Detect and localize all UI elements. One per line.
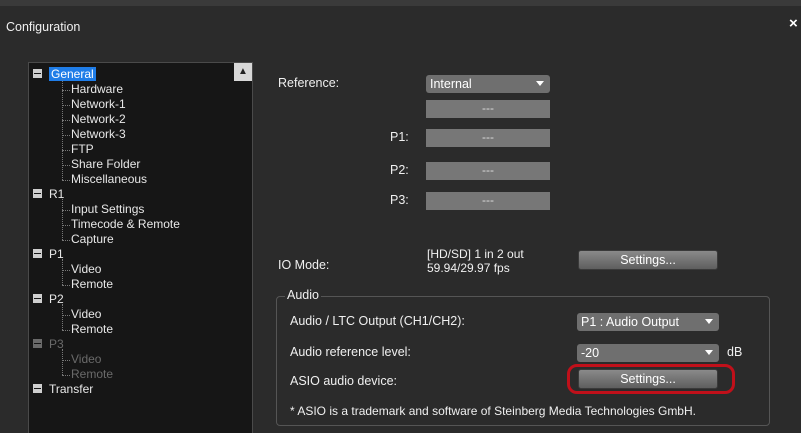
reference-main-field: --- xyxy=(426,100,550,118)
tree-item-input-settings[interactable]: Input Settings xyxy=(71,202,144,217)
tree-item-miscellaneous[interactable]: Miscellaneous xyxy=(71,172,147,187)
close-icon[interactable]: × xyxy=(789,16,801,31)
ltc-output-select[interactable]: P1 : Audio Output xyxy=(577,313,719,331)
reference-select-value: Internal xyxy=(430,77,472,91)
tree-connector xyxy=(62,150,70,151)
title-bar: Configuration × xyxy=(0,0,801,48)
p1-label: P1: xyxy=(390,130,409,144)
io-mode-line2: 59.94/29.97 fps xyxy=(427,261,510,275)
tree-group-general[interactable]: General xyxy=(33,67,96,82)
tree-item-share-folder[interactable]: Share Folder xyxy=(71,157,140,172)
tree-group-p3[interactable]: P3 xyxy=(33,337,64,352)
tree-connector xyxy=(62,259,63,285)
tree-connector xyxy=(62,199,63,240)
ref-level-value: -20 xyxy=(581,346,600,360)
tree-group-transfer[interactable]: Transfer xyxy=(33,382,93,397)
window-title: Configuration xyxy=(6,20,81,34)
tree-group-p2[interactable]: P2 xyxy=(33,292,64,307)
tree-connector xyxy=(62,210,70,211)
tree-connector xyxy=(62,285,70,286)
collapse-toggle-icon[interactable] xyxy=(33,339,42,348)
tree-item-video[interactable]: Video xyxy=(71,307,101,322)
tree-connector xyxy=(62,330,70,331)
ref-level-label: Audio reference level: xyxy=(290,345,411,359)
p3-field: --- xyxy=(426,192,550,210)
tree-connector xyxy=(62,79,63,180)
io-mode-settings-button[interactable]: Settings... xyxy=(578,250,718,270)
scroll-up-arrow-icon[interactable]: ▲ xyxy=(234,63,252,81)
reference-label: Reference: xyxy=(278,76,340,90)
collapse-toggle-icon[interactable] xyxy=(33,69,42,78)
p1-field: --- xyxy=(426,129,550,147)
ltc-output-value: P1 : Audio Output xyxy=(581,315,679,329)
collapse-toggle-icon[interactable] xyxy=(33,189,42,198)
tree-item-capture[interactable]: Capture xyxy=(71,232,114,247)
io-mode-label: IO Mode: xyxy=(278,258,330,272)
tree-item-ftp[interactable]: FTP xyxy=(71,142,94,157)
p2-label: P2: xyxy=(390,163,409,177)
tree-connector xyxy=(62,360,70,361)
collapse-toggle-icon[interactable] xyxy=(33,384,42,393)
tree-item-timecode-remote[interactable]: Timecode & Remote xyxy=(71,217,180,232)
tree-connector xyxy=(62,120,70,121)
tree-item-hardware[interactable]: Hardware xyxy=(71,82,123,97)
tree-connector xyxy=(62,180,70,181)
tree-item-remote[interactable]: Remote xyxy=(71,367,113,382)
tree-item-remote[interactable]: Remote xyxy=(71,277,113,292)
tree-item-video[interactable]: Video xyxy=(71,352,101,367)
tree-group-r1[interactable]: R1 xyxy=(33,187,64,202)
ref-level-unit: dB xyxy=(727,345,743,359)
tree-item-network-1[interactable]: Network-1 xyxy=(71,97,126,112)
tree-connector xyxy=(62,240,70,241)
tree-group-p1[interactable]: P1 xyxy=(33,247,64,262)
tree-item-remote[interactable]: Remote xyxy=(71,322,113,337)
asio-footnote: * ASIO is a trademark and software of St… xyxy=(290,404,696,418)
chevron-down-icon xyxy=(705,319,713,324)
highlight-outline xyxy=(567,364,735,394)
dialog-body: ▲ General Hardware Network-1 Network-2 Netwo… xyxy=(0,48,801,433)
tree-group-label: General xyxy=(49,67,96,81)
chevron-down-icon xyxy=(536,81,544,86)
chevron-down-icon xyxy=(705,350,713,355)
tree-connector xyxy=(62,105,70,106)
tree-connector xyxy=(62,375,70,376)
settings-tree[interactable]: ▲ General Hardware Network-1 Network-2 Netwo… xyxy=(28,62,253,433)
tree-item-network-2[interactable]: Network-2 xyxy=(71,112,126,127)
tree-connector xyxy=(62,135,70,136)
tree-connector xyxy=(62,349,63,375)
tree-connector xyxy=(62,225,70,226)
tree-item-video[interactable]: Video xyxy=(71,262,101,277)
collapse-toggle-icon[interactable] xyxy=(33,249,42,258)
tree-connector xyxy=(62,165,70,166)
tree-item-network-3[interactable]: Network-3 xyxy=(71,127,126,142)
p2-field: --- xyxy=(426,162,550,180)
tree-connector xyxy=(62,270,70,271)
tree-group-label: Transfer xyxy=(49,382,94,396)
ltc-output-label: Audio / LTC Output (CH1/CH2): xyxy=(290,314,465,328)
collapse-toggle-icon[interactable] xyxy=(33,294,42,303)
p3-label: P3: xyxy=(390,193,409,207)
ref-level-select[interactable]: -20 xyxy=(577,344,719,362)
tree-connector xyxy=(62,315,70,316)
tree-connector xyxy=(62,90,70,91)
tree-connector xyxy=(62,304,63,330)
asio-label: ASIO audio device: xyxy=(290,374,398,388)
reference-select[interactable]: Internal xyxy=(426,75,550,93)
io-mode-line1: [HD/SD] 1 in 2 out xyxy=(427,247,524,261)
audio-group-title: Audio xyxy=(285,288,321,302)
